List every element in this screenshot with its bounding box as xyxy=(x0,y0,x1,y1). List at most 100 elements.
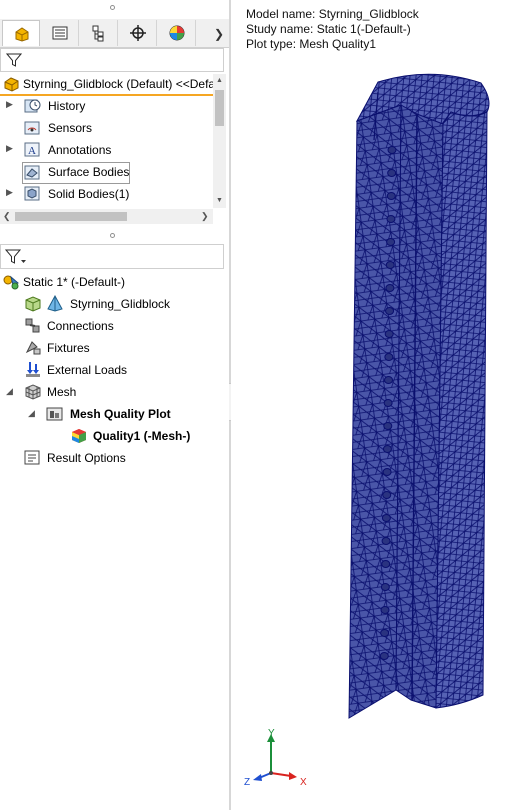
scroll-down-icon[interactable]: ▼ xyxy=(216,197,223,204)
mesh-hole xyxy=(387,146,397,154)
study-item-result-options[interactable]: Result Options xyxy=(24,448,204,468)
study-label: Static 1* (-Default-) xyxy=(23,275,126,289)
filter-dropdown-icon xyxy=(5,249,26,264)
mesh-quality-plot-view[interactable] xyxy=(231,0,531,810)
tree-item-sensors[interactable]: Sensors xyxy=(6,118,206,138)
feature-tree-root[interactable]: Styrning_Glidblock (Default) <<Defa xyxy=(0,74,215,96)
static-study-icon xyxy=(2,273,20,290)
scroll-left-icon[interactable]: ❮ xyxy=(3,211,11,222)
mesh-hole xyxy=(384,376,393,384)
groove-face xyxy=(395,104,444,709)
panel-tab-bar: ❯ xyxy=(0,19,229,48)
mesh-hole xyxy=(381,537,391,545)
mesh-hole xyxy=(380,606,390,614)
dimxpert-icon xyxy=(130,25,146,41)
external-loads-label: External Loads xyxy=(47,363,128,377)
tree-item-label: Surface Bodies xyxy=(48,165,130,179)
middle-splitter[interactable] xyxy=(0,230,229,242)
solid-bodies-icon xyxy=(24,185,42,202)
mesh-icon xyxy=(24,383,42,400)
mesh-hole xyxy=(386,238,396,246)
mesh-hole xyxy=(385,261,395,269)
mesh-label: Mesh xyxy=(47,385,77,399)
mesh-hole xyxy=(381,560,391,568)
result-options-icon xyxy=(24,449,42,466)
expand-arrow-icon[interactable]: ▶ xyxy=(6,99,16,110)
mesh-hole xyxy=(384,353,394,361)
tab-property-manager[interactable] xyxy=(41,20,79,46)
tab-overflow-arrow-icon[interactable]: ❯ xyxy=(214,27,224,41)
collapse-arrow-icon[interactable]: ◢ xyxy=(6,386,16,397)
triad-y-label: Y xyxy=(268,728,275,739)
feature-tree-vertical-scrollbar[interactable]: ▲ ▼ xyxy=(213,74,226,208)
expand-arrow-icon[interactable]: ▶ xyxy=(6,187,16,198)
mesh-hole xyxy=(382,445,392,453)
svg-text:A: A xyxy=(28,145,36,157)
external-loads-icon xyxy=(24,361,42,378)
tree-item-solid-bodies[interactable]: ▶ Solid Bodies(1) xyxy=(6,184,206,204)
collapse-arrow-icon[interactable]: ◢ xyxy=(28,408,38,419)
mesh-hole xyxy=(385,284,395,292)
tree-item-history[interactable]: ▶ History xyxy=(6,96,206,116)
mesh-hole xyxy=(383,399,393,407)
tree-item-label: History xyxy=(48,99,86,113)
mesh-hole xyxy=(386,192,396,200)
part-label: Styrning_Glidblock xyxy=(70,297,171,311)
study-tree-root[interactable]: Static 1* (-Default-) xyxy=(2,272,222,292)
expand-arrow-icon[interactable]: ▶ xyxy=(6,143,16,154)
tab-dimxpert-manager[interactable] xyxy=(119,20,157,46)
part-icon xyxy=(4,77,19,92)
tree-item-surface-bodies[interactable]: Surface Bodies xyxy=(22,162,130,184)
tab-display-manager[interactable] xyxy=(158,20,196,46)
feature-manager-icon xyxy=(15,27,29,42)
study-item-part[interactable]: Styrning_Glidblock xyxy=(24,294,204,314)
orientation-triad: Y Z X xyxy=(241,728,311,791)
connections-label: Connections xyxy=(47,319,114,333)
tree-item-label: Annotations xyxy=(48,143,112,157)
study-item-external-loads[interactable]: External Loads xyxy=(24,360,204,380)
top-splitter[interactable] xyxy=(0,2,229,14)
mesh-hole xyxy=(383,422,393,430)
surface-bodies-icon xyxy=(24,164,42,181)
result-options-label: Result Options xyxy=(47,451,126,465)
configuration-manager-icon xyxy=(92,25,104,42)
fixtures-icon xyxy=(24,339,42,356)
study-item-mesh-quality-plot[interactable]: ◢ Mesh Quality Plot xyxy=(28,404,218,424)
tab-feature-manager[interactable] xyxy=(2,20,40,46)
sensors-icon xyxy=(24,119,42,136)
triad-x-label: X xyxy=(300,777,307,788)
study-item-connections[interactable]: Connections xyxy=(24,316,204,336)
study-tree-filter-bar[interactable] xyxy=(0,244,224,269)
feature-manager-panel: ❯ Styrning_Glidblock (Default) <<Defa ▶ … xyxy=(0,0,229,810)
mesh-hole xyxy=(379,652,389,660)
meshed-part[interactable] xyxy=(348,73,490,719)
plot-icon xyxy=(70,427,88,444)
property-manager-icon xyxy=(52,26,68,40)
history-icon xyxy=(24,97,42,114)
mesh-hole xyxy=(387,169,397,177)
scrollbar-thumb[interactable] xyxy=(215,90,224,126)
solid-body-icon xyxy=(46,294,64,312)
scroll-up-icon[interactable]: ▲ xyxy=(216,77,223,84)
tree-item-label: Sensors xyxy=(48,121,93,135)
study-item-mesh[interactable]: ◢ Mesh xyxy=(6,382,196,402)
mesh-hole xyxy=(380,629,390,637)
tree-item-annotations[interactable]: ▶ A Annotations xyxy=(6,140,206,160)
material-check-icon xyxy=(24,295,42,312)
mesh-hole xyxy=(381,514,391,522)
study-item-quality1[interactable]: Quality1 (-Mesh-) xyxy=(70,426,210,446)
mesh-hole xyxy=(382,491,392,499)
triad-z-label: Z xyxy=(244,777,250,788)
scroll-right-icon[interactable]: ❯ xyxy=(201,211,209,222)
tree-item-label: Solid Bodies(1) xyxy=(48,187,130,201)
graphics-area[interactable]: Model name: Styrning_Glidblock Study nam… xyxy=(231,0,531,810)
fixtures-label: Fixtures xyxy=(47,341,90,355)
display-manager-icon xyxy=(169,25,185,41)
tab-configuration-manager[interactable] xyxy=(80,20,118,46)
filter-icon xyxy=(6,53,22,67)
study-item-fixtures[interactable]: Fixtures xyxy=(24,338,204,358)
tree-filter-bar[interactable] xyxy=(0,48,224,72)
scrollbar-thumb[interactable] xyxy=(15,212,127,221)
feature-tree-horizontal-scrollbar[interactable]: ❮ ❯ xyxy=(0,209,213,224)
mesh-hole xyxy=(386,215,396,223)
